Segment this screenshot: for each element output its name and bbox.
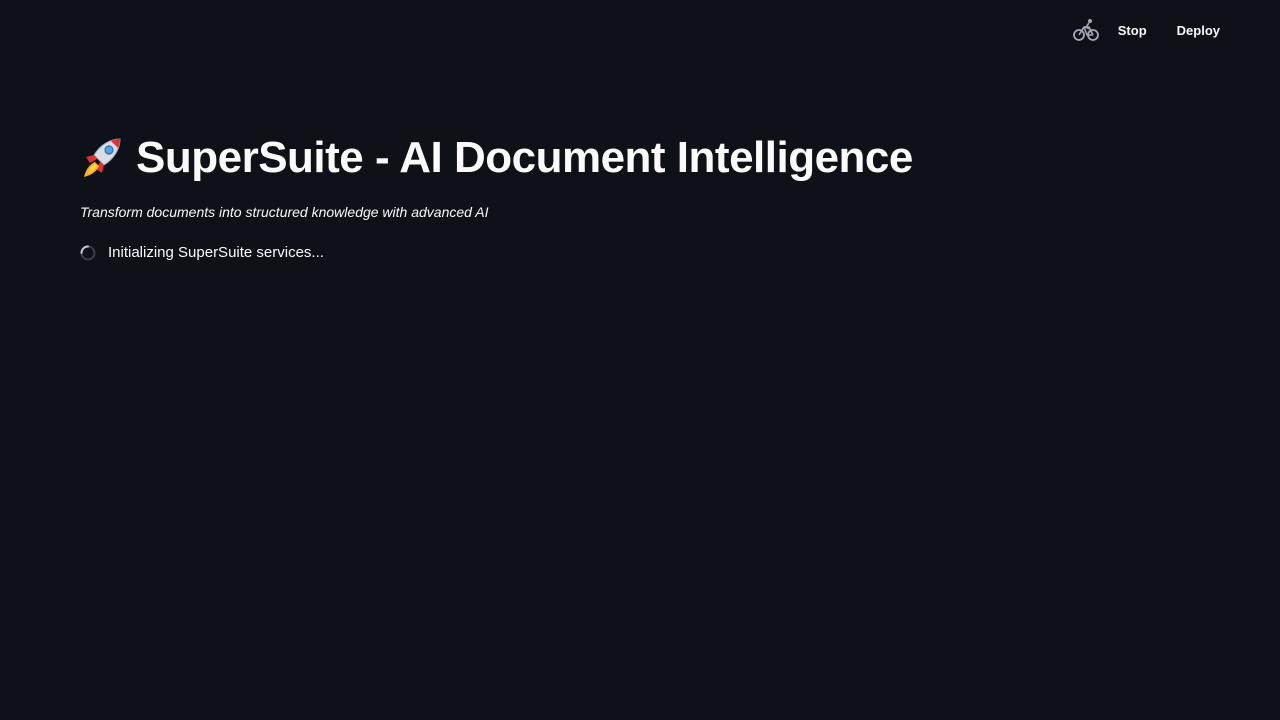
rocket-icon bbox=[80, 135, 126, 181]
page-title-text: SuperSuite - AI Document Intelligence bbox=[136, 133, 913, 182]
spinner-icon bbox=[80, 245, 96, 261]
loading-status-text: Initializing SuperSuite services... bbox=[108, 244, 324, 261]
stop-button[interactable]: Stop bbox=[1108, 17, 1157, 44]
main-content: SuperSuite - AI Document Intelligence Tr… bbox=[80, 128, 1200, 261]
page-title: SuperSuite - AI Document Intelligence bbox=[80, 128, 1200, 188]
app-header: Stop Deploy bbox=[0, 0, 1280, 60]
loading-status: Initializing SuperSuite services... bbox=[80, 244, 1200, 261]
page-subtitle: Transform documents into structured know… bbox=[80, 204, 489, 220]
bicycle-running-icon bbox=[1072, 16, 1100, 44]
deploy-button[interactable]: Deploy bbox=[1167, 17, 1230, 44]
toolbar: Stop Deploy bbox=[1072, 16, 1230, 44]
